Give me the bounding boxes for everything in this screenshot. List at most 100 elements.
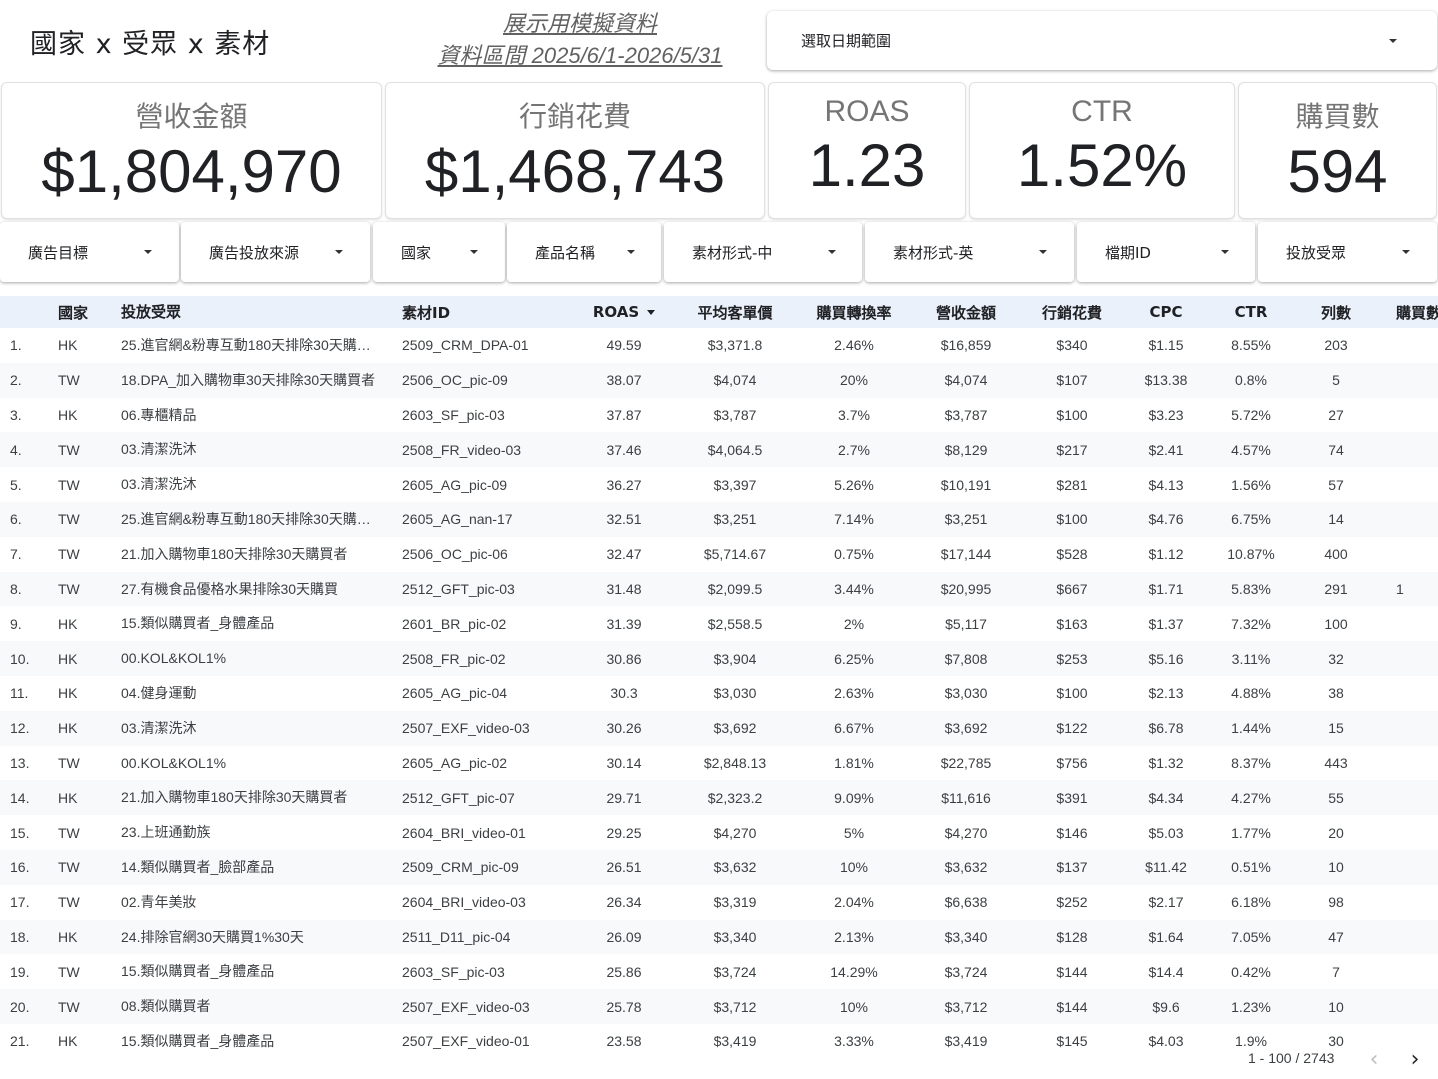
cell-country: TW xyxy=(58,998,80,1015)
cell-roas: 26.34 xyxy=(606,894,642,911)
cell-audience: 15.類似購買者_身體產品 xyxy=(121,615,275,632)
column-header-avg-order-value[interactable]: 平均客單價 xyxy=(680,296,790,328)
cell-spend: $100 xyxy=(1056,406,1088,423)
cell-ctr: 0.51% xyxy=(1231,859,1271,876)
table-row[interactable]: 18. HK 24.排除官網30天購買1%30天 2511_D11_pic-04 26.… xyxy=(0,919,1438,955)
table-row[interactable]: 11. HK 04.健身運動 2605_AG_pic-04 30.3 $3,030 2.63… xyxy=(0,676,1438,711)
column-header-audience[interactable]: 投放受眾 xyxy=(121,296,383,328)
column-header-revenue[interactable]: 營收金額 xyxy=(912,296,1020,328)
cell-spend: $100 xyxy=(1056,511,1088,528)
column-header-ctr[interactable]: CTR xyxy=(1208,296,1294,328)
cell-material-id: 2601_BR_pic-02 xyxy=(402,615,507,632)
chevron-right-icon[interactable]: › xyxy=(1405,1049,1425,1071)
date-range-picker[interactable]: 選取日期範圍 xyxy=(767,11,1437,70)
cell-conversion-rate: 20% xyxy=(839,372,869,389)
chevron-left-icon[interactable]: ‹ xyxy=(1364,1049,1384,1071)
table-row[interactable]: 10. HK 00.KOL&KOL1% 2508_FR_pic-02 30.86 $3,9… xyxy=(0,641,1438,676)
row-index: 18. xyxy=(10,928,30,945)
filter-ad-objective[interactable]: 廣告目標 xyxy=(0,222,179,282)
table-row[interactable]: 7. TW 21.加入購物車180天排除30天購買者 2506_OC_pic-06 32… xyxy=(0,537,1438,572)
column-header-conversion-rate[interactable]: 購買轉換率 xyxy=(800,296,908,328)
table-row[interactable]: 4. TW 03.清潔洗沐 2508_FR_video-03 37.46 $4,064.5… xyxy=(0,432,1438,468)
table-row[interactable]: 17. TW 02.青年美妝 2604_BRI_video-03 26.34 $3,319… xyxy=(0,885,1438,920)
cell-audience: 25.進官網&粉專互動180天排除30天購買者 xyxy=(121,510,383,527)
cell-audience: 18.DPA_加入購物車30天排除30天購買者 xyxy=(121,371,376,388)
filter-audience[interactable]: 投放受眾 xyxy=(1258,222,1437,282)
table-row[interactable]: 6. TW 25.進官網&粉專互動180天排除30天購買者 2605_AG_nan-1… xyxy=(0,501,1438,537)
cell-cpc: $11.42 xyxy=(1145,859,1187,876)
cell-cpc: $13.38 xyxy=(1144,372,1188,389)
cell-roas: 25.78 xyxy=(606,998,642,1015)
cell-audience: 14.類似購買者_臉部產品 xyxy=(121,858,275,875)
table-row[interactable]: 15. TW 23.上班通勤族 2604_BRI_video-01 29.25 $4,27… xyxy=(0,815,1438,850)
column-header-spend[interactable]: 行銷花費 xyxy=(1022,296,1122,328)
table-row[interactable]: 9. HK 15.類似購買者_身體產品 2601_BR_pic-02 31.39 $2,5… xyxy=(0,606,1438,641)
cell-conversion-rate: 5% xyxy=(843,824,865,841)
cell-cpc: $1.71 xyxy=(1148,580,1184,597)
cell-audience: 23.上班通勤族 xyxy=(121,824,211,841)
column-header-country[interactable]: 國家 xyxy=(58,296,108,328)
table-row[interactable]: 20. TW 08.類似購買者 2507_EXF_video-03 25.78 $3,71… xyxy=(0,989,1438,1024)
filter-product-name[interactable]: 產品名稱 xyxy=(507,222,661,282)
column-header-row-count[interactable]: 列數 xyxy=(1296,296,1376,328)
cell-spend: $340 xyxy=(1056,337,1088,354)
page-title: 國家 x 受眾 x 素材 xyxy=(30,29,271,60)
cell-avg-order-value: $3,632 xyxy=(713,859,757,876)
cell-audience: 15.類似購買者_身體產品 xyxy=(121,963,275,980)
cell-material-id: 2512_GFT_pic-07 xyxy=(402,789,515,806)
cell-roas: 26.09 xyxy=(606,928,642,945)
chevron-down-icon xyxy=(144,250,152,254)
cell-ctr: 1.44% xyxy=(1231,720,1271,737)
cell-revenue: $7,808 xyxy=(944,650,988,667)
cell-cpc: $9.6 xyxy=(1152,998,1180,1015)
filter-country[interactable]: 國家 xyxy=(373,222,505,282)
cell-roas: 37.46 xyxy=(606,441,642,458)
cell-conversion-rate: 6.67% xyxy=(834,720,874,737)
table-row[interactable]: 21. HK 15.類似購買者_身體產品 2507_EXF_video-01 23.58… xyxy=(0,1024,1438,1059)
cell-revenue: $3,419 xyxy=(944,1033,988,1050)
cell-roas: 38.07 xyxy=(606,372,642,389)
cell-material-id: 2507_EXF_video-03 xyxy=(402,720,530,737)
cell-roas: 25.86 xyxy=(606,963,642,980)
table-row[interactable]: 1. HK 25.進官網&粉專互動180天排除30天購買者 2509_CRM_DPA-… xyxy=(0,328,1438,363)
table-row[interactable]: 2. TW 18.DPA_加入購物車30天排除30天購買者 2506_OC_pic-0… xyxy=(0,362,1438,398)
table-row[interactable]: 19. TW 15.類似購買者_身體產品 2603_SF_pic-03 25.86 $3,… xyxy=(0,954,1438,989)
cell-cpc: $6.78 xyxy=(1148,720,1184,737)
column-header-cpc[interactable]: CPC xyxy=(1126,296,1206,328)
filter-ad-source[interactable]: 廣告投放來源 xyxy=(181,222,370,282)
cell-material-id: 2508_FR_pic-02 xyxy=(402,650,506,667)
cell-cpc: $4.34 xyxy=(1148,789,1184,806)
cell-purchases xyxy=(1396,502,1438,537)
kpi-label: 營收金額 xyxy=(135,100,248,133)
cell-audience: 27.有機食品優格水果排除30天購買 xyxy=(121,580,339,597)
cell-avg-order-value: $3,251 xyxy=(713,511,757,528)
cell-purchases xyxy=(1396,641,1438,676)
cell-roas: 31.39 xyxy=(606,615,642,632)
table-row[interactable]: 8. TW 27.有機食品優格水果排除30天購買 2512_GFT_pic-03 31.… xyxy=(0,571,1438,607)
table-row[interactable]: 12. HK 03.清潔洗沐 2507_EXF_video-03 30.26 $3,692… xyxy=(0,710,1438,746)
table-row[interactable]: 3. HK 06.專櫃精品 2603_SF_pic-03 37.87 $3,787 3.7%… xyxy=(0,398,1438,433)
cell-row-count: 443 xyxy=(1324,754,1348,771)
cell-country: HK xyxy=(58,1033,78,1050)
table-row[interactable]: 13. TW 00.KOL&KOL1% 2605_AG_pic-02 30.14 $2,8… xyxy=(0,746,1438,781)
cell-spend: $217 xyxy=(1056,441,1088,458)
filter-campaign-id[interactable]: 檔期ID xyxy=(1077,222,1255,282)
pagination-label: 1 - 100 / 2743 xyxy=(1248,1050,1335,1066)
row-index: 8. xyxy=(10,580,22,597)
cell-spend: $144 xyxy=(1056,963,1088,980)
cell-revenue: $11,616 xyxy=(941,789,991,806)
cell-avg-order-value: $4,270 xyxy=(713,824,757,841)
table-row[interactable]: 14. HK 21.加入購物車180天排除30天購買者 2512_GFT_pic-07… xyxy=(0,780,1438,816)
column-header-purchases[interactable]: 購買數 xyxy=(1396,296,1438,328)
cell-revenue: $17,144 xyxy=(940,546,992,563)
table-row[interactable]: 5. TW 03.清潔洗沐 2605_AG_pic-09 36.27 $3,397 5.26… xyxy=(0,467,1438,502)
column-header-roas[interactable]: ROAS xyxy=(574,296,674,328)
filter-material-format-en[interactable]: 素材形式-英 xyxy=(865,222,1074,282)
cell-country: TW xyxy=(58,511,80,528)
cell-country: HK xyxy=(58,615,78,632)
row-index: 17. xyxy=(10,894,30,911)
cell-purchases xyxy=(1396,398,1438,433)
table-row[interactable]: 16. TW 14.類似購買者_臉部產品 2509_CRM_pic-09 26.51 $3… xyxy=(0,849,1438,885)
filter-material-format-zh[interactable]: 素材形式-中 xyxy=(664,222,862,282)
column-header-material-id[interactable]: 素材ID xyxy=(402,296,572,328)
